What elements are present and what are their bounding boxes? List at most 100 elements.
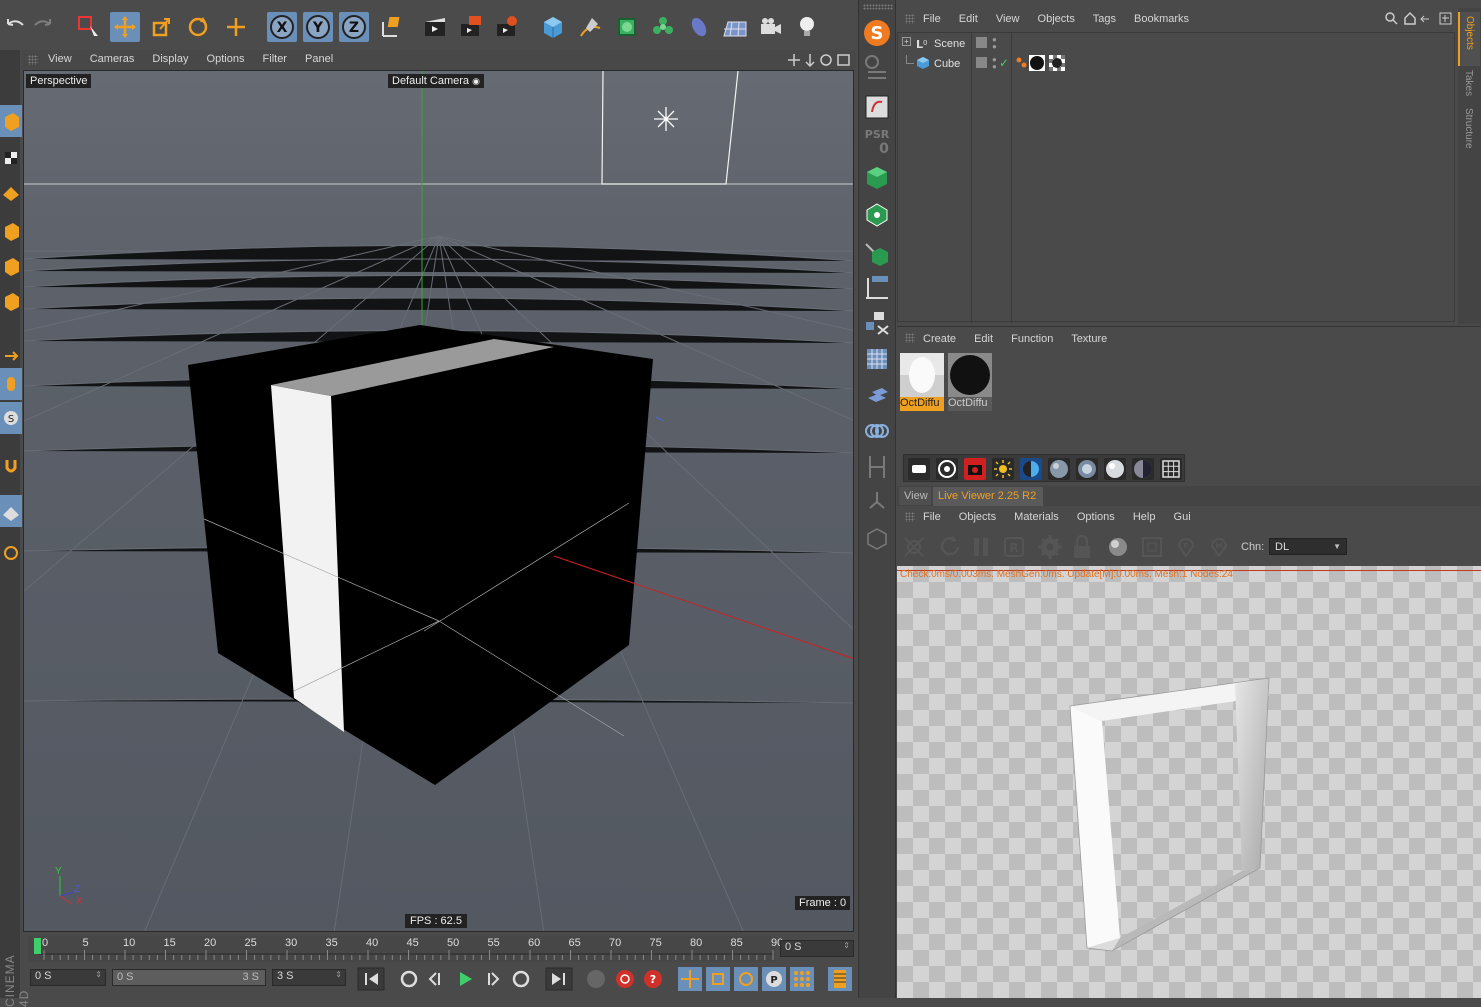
layer-toggle-icon[interactable]	[976, 57, 987, 68]
diffuse-material-icon[interactable]	[1048, 458, 1070, 480]
x-axis-lock-icon[interactable]: X	[267, 12, 297, 42]
camera-label[interactable]: Default Camera ◉	[388, 74, 484, 88]
cloner-icon[interactable]	[648, 12, 678, 42]
menu-cameras[interactable]: Cameras	[90, 53, 135, 65]
render-area[interactable]: Check:0ms/0.003ms. MeshGen:0ms. Update[M…	[897, 566, 1481, 998]
previous-keyframe-icon[interactable]	[400, 970, 418, 988]
menu-options[interactable]: Options	[207, 53, 245, 65]
dynamics-icon[interactable]	[862, 488, 892, 518]
lv-menu-file[interactable]: File	[923, 511, 941, 523]
undo-icon[interactable]	[0, 10, 30, 40]
hdri-environment-icon[interactable]	[1020, 458, 1042, 480]
camera-icon[interactable]	[756, 12, 786, 42]
mix-material-icon[interactable]	[1132, 458, 1154, 480]
go-to-end-icon[interactable]	[545, 967, 573, 991]
rotate-tool-icon[interactable]	[183, 12, 213, 42]
snap-icon[interactable]: S	[0, 402, 22, 434]
visibility-dots-icon[interactable]: ● ●	[992, 56, 997, 71]
panel-grip[interactable]	[28, 55, 38, 65]
playhead[interactable]	[34, 938, 41, 954]
coordinate-system-icon[interactable]	[377, 12, 407, 42]
previous-frame-icon[interactable]	[428, 972, 440, 986]
panel-grip[interactable]	[905, 14, 915, 24]
menu-view[interactable]: View	[48, 53, 72, 65]
octane-camera-icon[interactable]	[964, 458, 986, 480]
om-menu-file[interactable]: File	[923, 13, 941, 25]
om-menu-bookmarks[interactable]: Bookmarks	[1134, 13, 1189, 25]
daylight-icon[interactable]	[992, 458, 1014, 480]
texture-grid-icon[interactable]	[1160, 458, 1182, 480]
octane-live-viewer-icon[interactable]	[862, 92, 892, 122]
y-axis-lock-icon[interactable]: Y	[303, 12, 333, 42]
tab-live-viewer[interactable]: Live Viewer 2.25 R2	[933, 487, 1043, 506]
viewport-nav-icons[interactable]	[788, 52, 854, 68]
deformer-icon[interactable]	[684, 12, 714, 42]
locked-workplane-icon[interactable]	[0, 535, 22, 567]
clay-mode-icon[interactable]	[1142, 537, 1162, 557]
om-menu-view[interactable]: View	[996, 13, 1020, 25]
object-name[interactable]: Cube	[934, 58, 960, 70]
restart-render-icon[interactable]	[940, 536, 960, 556]
current-time-field[interactable]: 0 S ⇕	[780, 940, 854, 957]
z-axis-lock-icon[interactable]: Z	[339, 12, 369, 42]
redo-icon[interactable]	[28, 10, 58, 40]
lv-menu-objects[interactable]: Objects	[959, 511, 996, 523]
region-render-icon[interactable]: R	[1004, 537, 1024, 557]
area-light-icon[interactable]	[908, 458, 930, 480]
tweak-mode-icon[interactable]	[0, 368, 22, 400]
autokey-icon[interactable]	[616, 970, 634, 988]
panel-grip[interactable]	[905, 333, 915, 343]
key-parameter-icon[interactable]: P	[762, 967, 786, 991]
om-nav-icons[interactable]	[1385, 11, 1455, 30]
next-frame-icon[interactable]	[488, 972, 500, 986]
floor-icon[interactable]	[720, 12, 750, 42]
points-mode-icon[interactable]	[0, 215, 22, 247]
render-to-picture-viewer-icon[interactable]	[456, 12, 486, 42]
magnet-icon[interactable]	[0, 450, 22, 482]
material-swatch[interactable]: OctDiffu	[900, 353, 944, 411]
lv-menu-gui[interactable]: Gui	[1174, 511, 1191, 523]
key-pla-icon[interactable]	[790, 967, 814, 991]
go-to-start-icon[interactable]	[357, 967, 385, 991]
pen-spline-icon[interactable]	[576, 12, 606, 42]
lock-resolution-icon[interactable]	[1074, 534, 1090, 558]
palette-grip[interactable]	[863, 4, 893, 10]
scale-tool-icon[interactable]	[146, 12, 176, 42]
subdivision-surface-icon[interactable]	[612, 12, 642, 42]
viewport-3d[interactable]: Perspective Default Camera ◉ FPS : 62.5 …	[23, 70, 854, 932]
lv-menu-materials[interactable]: Materials	[1014, 511, 1059, 523]
render-settings-icon[interactable]	[492, 12, 522, 42]
psr-icon[interactable]: PSR 0	[862, 126, 892, 156]
key-position-icon[interactable]	[678, 967, 702, 991]
pause-render-icon[interactable]	[974, 538, 988, 556]
cube-primitive-icon[interactable]	[538, 12, 568, 42]
material-picker-pin-icon[interactable]: M	[1210, 538, 1228, 558]
stacked-boxes-icon[interactable]	[862, 380, 892, 410]
measure-icon[interactable]	[862, 272, 892, 302]
green-cube-icon[interactable]	[862, 163, 892, 193]
mm-menu-function[interactable]: Function	[1011, 333, 1053, 345]
bone-tool-icon[interactable]	[862, 452, 892, 482]
render-settings-gear-icon[interactable]	[1038, 535, 1062, 559]
mm-menu-edit[interactable]: Edit	[974, 333, 993, 345]
key-rotation-icon[interactable]	[734, 967, 758, 991]
panel-grip[interactable]	[905, 512, 915, 522]
om-menu-objects[interactable]: Objects	[1038, 13, 1075, 25]
transform-tool-icon[interactable]	[221, 12, 251, 42]
octane-logo-icon[interactable]: S	[862, 18, 892, 48]
material-swatch[interactable]: OctDiffu	[948, 353, 992, 411]
model-mode-icon[interactable]	[0, 105, 22, 137]
texture-mode-icon[interactable]	[0, 142, 22, 174]
glossy-material-icon[interactable]	[1076, 458, 1098, 480]
light-icon[interactable]	[792, 12, 822, 42]
tab-structure[interactable]: Structure	[1458, 106, 1480, 162]
workplane-grid-icon[interactable]	[0, 495, 22, 527]
channel-dropdown[interactable]: DL ▼	[1269, 538, 1347, 555]
tab-takes[interactable]: Takes	[1458, 68, 1480, 106]
polygon-cage-icon[interactable]	[862, 200, 892, 230]
empty-box-icon[interactable]	[862, 524, 892, 554]
specular-material-icon[interactable]	[1104, 458, 1126, 480]
timeline[interactable]: 0 5 10 15 20 25 30 35 40 45 50 55 60 65 70 75 80 85 90	[28, 936, 783, 962]
mm-menu-texture[interactable]: Texture	[1071, 333, 1107, 345]
polygons-mode-icon[interactable]	[0, 285, 22, 317]
